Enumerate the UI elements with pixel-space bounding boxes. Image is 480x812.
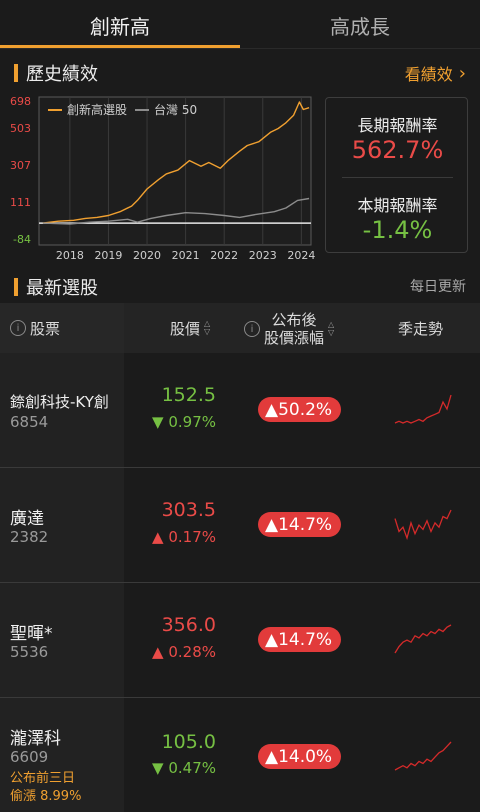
since-announce-badge: ▲50.2% [258,397,342,422]
legend-label-new-high: 創新高選股 [67,103,128,117]
price-column-label: 股價 [170,319,201,338]
pre-announce-note: 公布前三日 [10,771,76,786]
tab-high-growth[interactable]: 高成長 [240,0,480,50]
x-tick-label: 2021 [172,249,200,262]
table-row[interactable]: 聖暉* 5536 356.0 ▲ 0.28% ▲14.7% [0,583,480,698]
sparkline [394,741,452,771]
legend-swatch-tw50 [135,108,150,111]
view-performance-label: 看績效 [404,65,453,84]
legend-swatch-new-high [48,108,62,111]
history-heading: 歷史績效 [14,60,98,86]
y-tick-label: 503 [10,122,31,135]
stock-price: 356.0 [161,614,216,636]
chevron-right-icon: › [458,62,466,84]
tab-new-high[interactable]: 創新高 [0,0,240,50]
change-column-label: 公布後 股價漲幅 [264,311,324,347]
section-accent-bar [14,64,18,82]
x-tick-label: 2018 [56,249,84,262]
stock-code: 5536 [10,643,49,661]
table-header: i 股票 股價 △ ▽ i 公布後 股價漲幅 △ ▽ 季走勢 [0,303,480,353]
stock-price: 105.0 [161,731,216,753]
sparkline-path [394,741,452,771]
price-change: ▼ 0.47% [152,759,216,777]
view-performance-link[interactable]: 看績效 › [405,61,466,85]
info-icon[interactable]: i [244,321,260,337]
table-row[interactable]: 廣達 2382 303.5 ▲ 0.17% ▲14.7% [0,468,480,583]
stock-price: 303.5 [161,499,216,521]
y-tick-label: 698 [10,95,31,108]
legend-label-tw50: 台灣 50 [154,103,198,117]
x-tick-label: 2020 [133,249,161,262]
x-tick-label: 2024 [287,249,315,262]
trend-column-label: 季走勢 [398,319,444,338]
pre-announce-gain: 偷漲 8.99% [10,789,82,804]
y-tick-label: 307 [10,159,31,172]
stock-code: 6609 [10,748,49,766]
change-column-line2: 股價漲幅 [264,329,325,347]
tab-bar: 創新高 高成長 [0,0,480,50]
since-announce-badge: ▲14.0% [258,744,342,769]
info-icon[interactable]: i [10,320,26,336]
change-column-header[interactable]: i 公布後 股價漲幅 △ ▽ [244,311,334,347]
x-tick-label: 2019 [94,249,122,262]
change-column-line1: 公布後 [271,311,317,329]
stock-name: 瀧澤科 [10,729,61,749]
stock-name: 廣達 [10,509,44,529]
price-change: ▼ 0.97% [152,413,216,431]
sparkline-path [394,624,452,654]
period-return-label: 本期報酬率 [357,196,438,215]
y-tick-label: 111 [10,196,31,209]
sparkline [394,509,452,541]
returns-panel: 長期報酬率 562.7% 本期報酬率 -1.4% [325,97,468,253]
stock-code: 6854 [10,413,49,431]
stock-column-label: 股票 [30,319,61,338]
sparkline [394,394,452,424]
stock-code: 2382 [10,528,49,546]
table-row[interactable]: 錼創科技-KY創 6854 152.5 ▼ 0.97% ▲50.2% [0,353,480,468]
sort-icon: △ ▽ [328,320,335,337]
price-change: ▲ 0.28% [152,643,216,661]
since-announce-badge: ▲14.7% [258,627,342,652]
update-note: 每日更新 [410,279,466,295]
latest-title: 最新選股 [26,278,98,299]
history-title: 歷史績效 [26,64,98,85]
trend-column-header: 季走勢 [398,303,443,353]
latest-heading: 最新選股 [14,274,98,300]
section-accent-bar [14,278,18,296]
stock-name: 錼創科技-KY創 [10,393,109,411]
tab-divider [0,48,480,49]
y-tick-label: -84 [13,233,31,246]
price-change: ▲ 0.17% [152,528,216,546]
since-announce-badge: ▲14.7% [258,512,342,537]
sparkline-path [394,394,452,424]
x-tick-label: 2022 [210,249,238,262]
returns-divider [342,177,453,178]
x-tick-label: 2023 [249,249,277,262]
long-return-value: 562.7% [351,136,444,164]
period-return-value: -1.4% [362,216,433,244]
sort-icon: △ ▽ [204,319,211,336]
sparkline-path [394,509,452,541]
stock-name: 聖暉* [10,624,53,644]
chart-legend: 創新高選股 台灣 50 [44,101,197,118]
long-return-label: 長期報酬率 [357,116,438,135]
stock-price: 152.5 [161,384,216,406]
price-column-header[interactable]: 股價 △ ▽ [170,303,210,353]
sparkline [394,624,452,654]
stock-column-header: i 股票 [0,303,124,353]
table-row[interactable]: 瀧澤科 6609 公布前三日 偷漲 8.99% 105.0 ▼ 0.47% ▲1… [0,698,480,812]
